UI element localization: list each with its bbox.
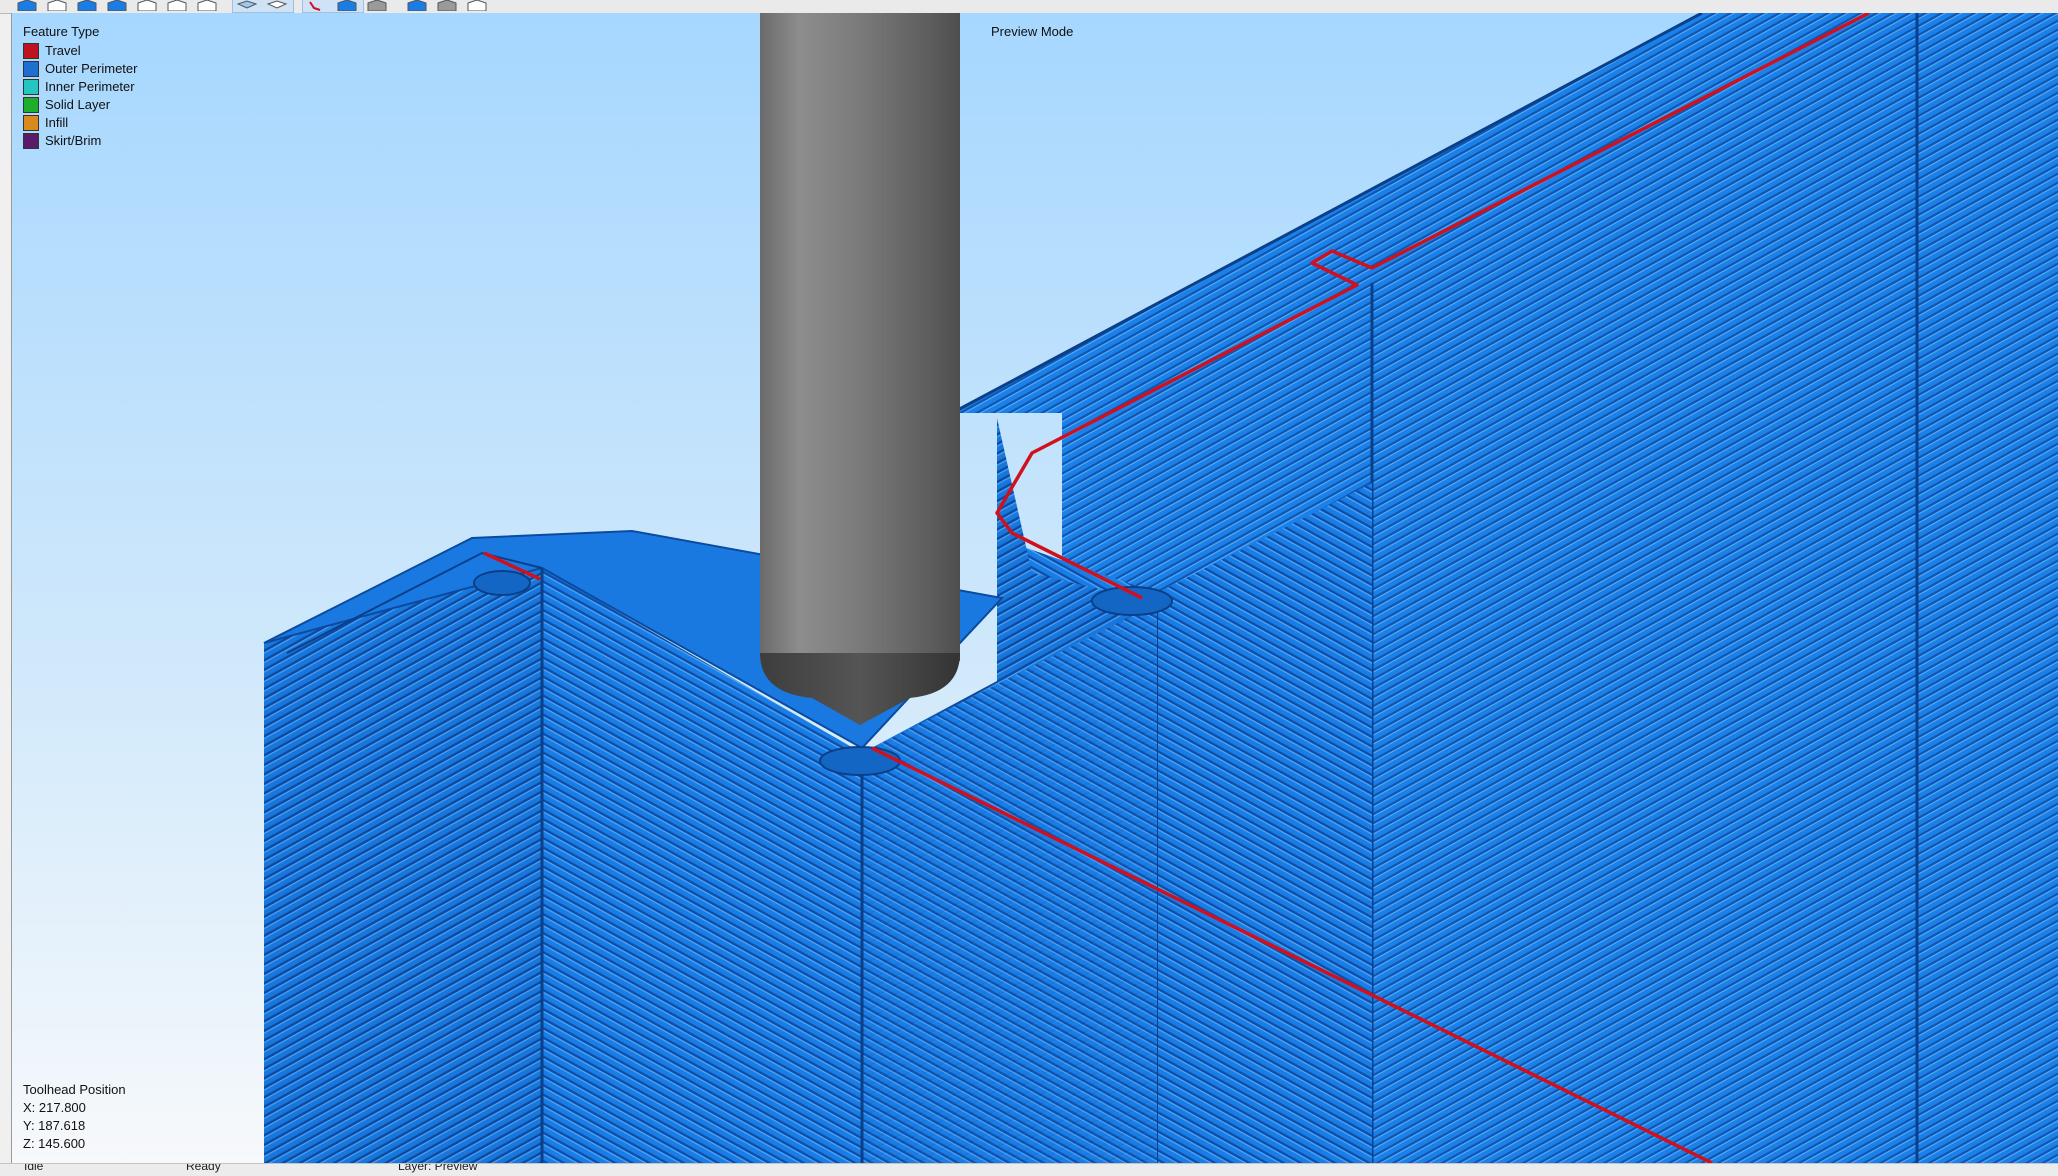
- legend-swatch: [23, 115, 39, 131]
- legend-item: Outer Perimeter: [23, 60, 137, 78]
- legend-swatch: [23, 97, 39, 113]
- print-preview-scene[interactable]: [12, 13, 2058, 1163]
- legend-swatch: [23, 43, 39, 59]
- cube-outline-icon: [164, 0, 190, 11]
- legend-item: Inner Perimeter: [23, 78, 137, 96]
- left-block-side: [264, 568, 542, 1163]
- view-right-button[interactable]: [134, 0, 160, 11]
- model-icon: [404, 0, 430, 11]
- status-right: Layer: Preview: [398, 1163, 478, 1173]
- orthographic-icon: [264, 0, 290, 11]
- legend-label: Skirt/Brim: [45, 133, 102, 148]
- status-left: Idle: [24, 1163, 44, 1173]
- legend-label: Inner Perimeter: [45, 79, 135, 94]
- cube-outline-icon: [134, 0, 160, 11]
- perspective-button[interactable]: [234, 0, 260, 11]
- perspective-icon: [234, 0, 260, 11]
- legend-swatch: [23, 133, 39, 149]
- cube-solid-icon: [14, 0, 40, 11]
- legend-item: Solid Layer: [23, 96, 137, 114]
- legend-label: Infill: [45, 115, 69, 130]
- legend-item: Travel: [23, 42, 137, 60]
- shaded-view-button[interactable]: [334, 0, 360, 11]
- legend-label: Outer Perimeter: [45, 61, 138, 76]
- status-bar: Idle Ready Layer: Preview: [0, 1163, 2058, 1176]
- travel-icon: [304, 0, 330, 11]
- toolhead-position-panel: Toolhead Position X: 217.800 Y: 187.618 …: [23, 1081, 126, 1153]
- wireframe-icon: [364, 0, 390, 11]
- 3d-preview-viewport[interactable]: Feature Type Travel Outer Perimeter Inner …: [11, 13, 2058, 1163]
- cube-outline-icon: [44, 0, 70, 11]
- extruder-icon: [464, 0, 490, 11]
- status-middle: Ready: [186, 1163, 221, 1173]
- view-top-button[interactable]: [164, 0, 190, 11]
- orthographic-button[interactable]: [264, 0, 290, 11]
- legend-title: Feature Type: [23, 24, 100, 39]
- show-travel-button[interactable]: [304, 0, 330, 11]
- view-iso-button[interactable]: [14, 0, 40, 11]
- shaded-icon: [334, 0, 360, 11]
- toolhead-title: Toolhead Position: [23, 1082, 126, 1097]
- toolhead-x: X: 217.800: [23, 1100, 86, 1115]
- wireframe-view-button[interactable]: [364, 0, 390, 11]
- view-bottom-button[interactable]: [194, 0, 220, 11]
- cube-outline-icon: [194, 0, 220, 11]
- preview-mode-label: Preview Mode: [991, 24, 1074, 39]
- legend-swatch: [23, 79, 39, 95]
- legend-swatch: [23, 61, 39, 77]
- feature-type-legend: Feature Type Travel Outer Perimeter Inner …: [23, 23, 137, 150]
- view-front-button[interactable]: [44, 0, 70, 11]
- view-left-button[interactable]: [104, 0, 130, 11]
- show-model-button[interactable]: [404, 0, 430, 11]
- legend-label: Solid Layer: [45, 97, 111, 112]
- toolbar: [0, 0, 2058, 14]
- cube-solid-icon: [104, 0, 130, 11]
- toolhead-y: Y: 187.618: [23, 1118, 86, 1133]
- legend-item: Skirt/Brim: [23, 132, 137, 150]
- toolhead-z: Z: 145.600: [23, 1136, 86, 1151]
- legend-item: Infill: [23, 114, 137, 132]
- legend-label: Travel: [45, 43, 81, 58]
- bed-icon: [434, 0, 460, 11]
- view-back-button[interactable]: [74, 0, 100, 11]
- show-bed-button[interactable]: [434, 0, 460, 11]
- cube-solid-icon: [74, 0, 100, 11]
- show-extruder-button[interactable]: [464, 0, 490, 11]
- nozzle-barrel: [760, 13, 960, 661]
